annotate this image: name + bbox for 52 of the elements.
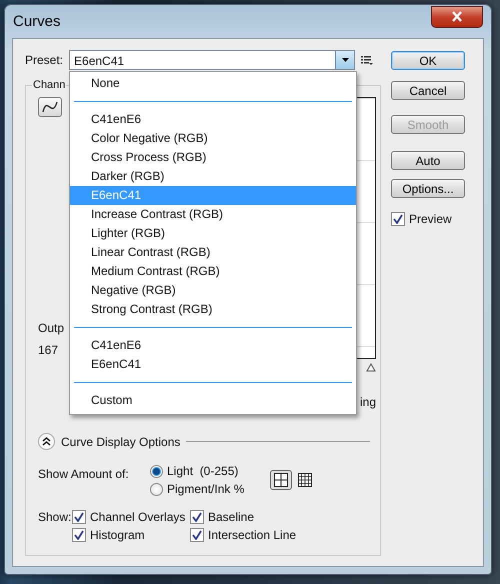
expand-toggle[interactable] xyxy=(38,433,55,450)
radio-button[interactable] xyxy=(150,482,163,496)
close-button[interactable] xyxy=(431,6,483,28)
output-label: Outp xyxy=(38,321,66,335)
checkbox-option[interactable]: Baseline xyxy=(190,510,376,524)
radio-option[interactable]: Pigment/Ink % xyxy=(150,482,270,496)
menu-item[interactable]: E6enC41 xyxy=(70,355,356,374)
radio-option[interactable]: Light (0-255) xyxy=(150,464,270,478)
menu-item[interactable]: Darker (RGB) xyxy=(70,167,356,186)
partial-label: ing xyxy=(360,395,376,409)
curve-tool-button[interactable] xyxy=(38,97,62,117)
checkbox[interactable] xyxy=(72,528,86,542)
menu-item[interactable]: Lighter (RGB) xyxy=(70,224,356,243)
checkbox-option[interactable]: Channel Overlays xyxy=(72,510,190,524)
checkbox[interactable] xyxy=(391,212,405,226)
close-icon xyxy=(451,11,463,22)
chevron-icon xyxy=(42,437,51,446)
show-amount-label: Show Amount of: xyxy=(38,466,130,483)
dialog-button[interactable]: OK xyxy=(391,51,465,70)
dialog-button[interactable]: Auto xyxy=(391,151,465,170)
window-title: Curves xyxy=(13,13,61,30)
menu-item[interactable]: Cross Process (RGB) xyxy=(70,148,356,167)
radio-button[interactable] xyxy=(150,464,163,478)
menu-item[interactable]: None xyxy=(70,74,356,93)
slider-handle-icon[interactable] xyxy=(366,362,376,372)
group-title: Chann xyxy=(32,79,66,91)
section-title: Curve Display Options xyxy=(61,434,180,448)
checkbox[interactable] xyxy=(190,528,204,542)
checkmark-icon xyxy=(393,214,403,224)
menu-item[interactable]: C41enE6 xyxy=(70,336,356,355)
dialog-button[interactable]: Cancel xyxy=(391,81,465,100)
menu-item[interactable]: Negative (RGB) xyxy=(70,281,356,300)
preview-checkbox[interactable]: Preview xyxy=(391,212,471,226)
show-label: Show: xyxy=(38,510,72,524)
checkbox[interactable] xyxy=(190,510,204,524)
preset-label: Preset: xyxy=(25,53,64,67)
menu-icon[interactable] xyxy=(361,56,374,64)
checkbox-option[interactable]: Histogram xyxy=(72,528,190,542)
menu-item[interactable]: Strong Contrast (RGB) xyxy=(70,300,356,319)
menu-item[interactable]: Custom xyxy=(70,391,356,410)
menu-item[interactable]: C41enE6 xyxy=(70,110,356,129)
curve-icon xyxy=(42,101,58,113)
dialog-button[interactable]: Options... xyxy=(391,179,465,198)
menu-item[interactable]: Medium Contrast (RGB) xyxy=(70,262,356,281)
menu-item[interactable]: Linear Contrast (RGB) xyxy=(70,243,356,262)
checkbox[interactable] xyxy=(72,510,86,524)
checkbox-option[interactable]: Intersection Line xyxy=(190,528,376,542)
preset-dropdown[interactable]: E6enC41 xyxy=(69,50,356,70)
menu-item[interactable]: Color Negative (RGB) xyxy=(70,129,356,148)
simple-grid-icon[interactable] xyxy=(270,470,292,490)
menu-item[interactable]: Increase Contrast (RGB) xyxy=(70,205,356,224)
caret-icon xyxy=(342,58,349,62)
